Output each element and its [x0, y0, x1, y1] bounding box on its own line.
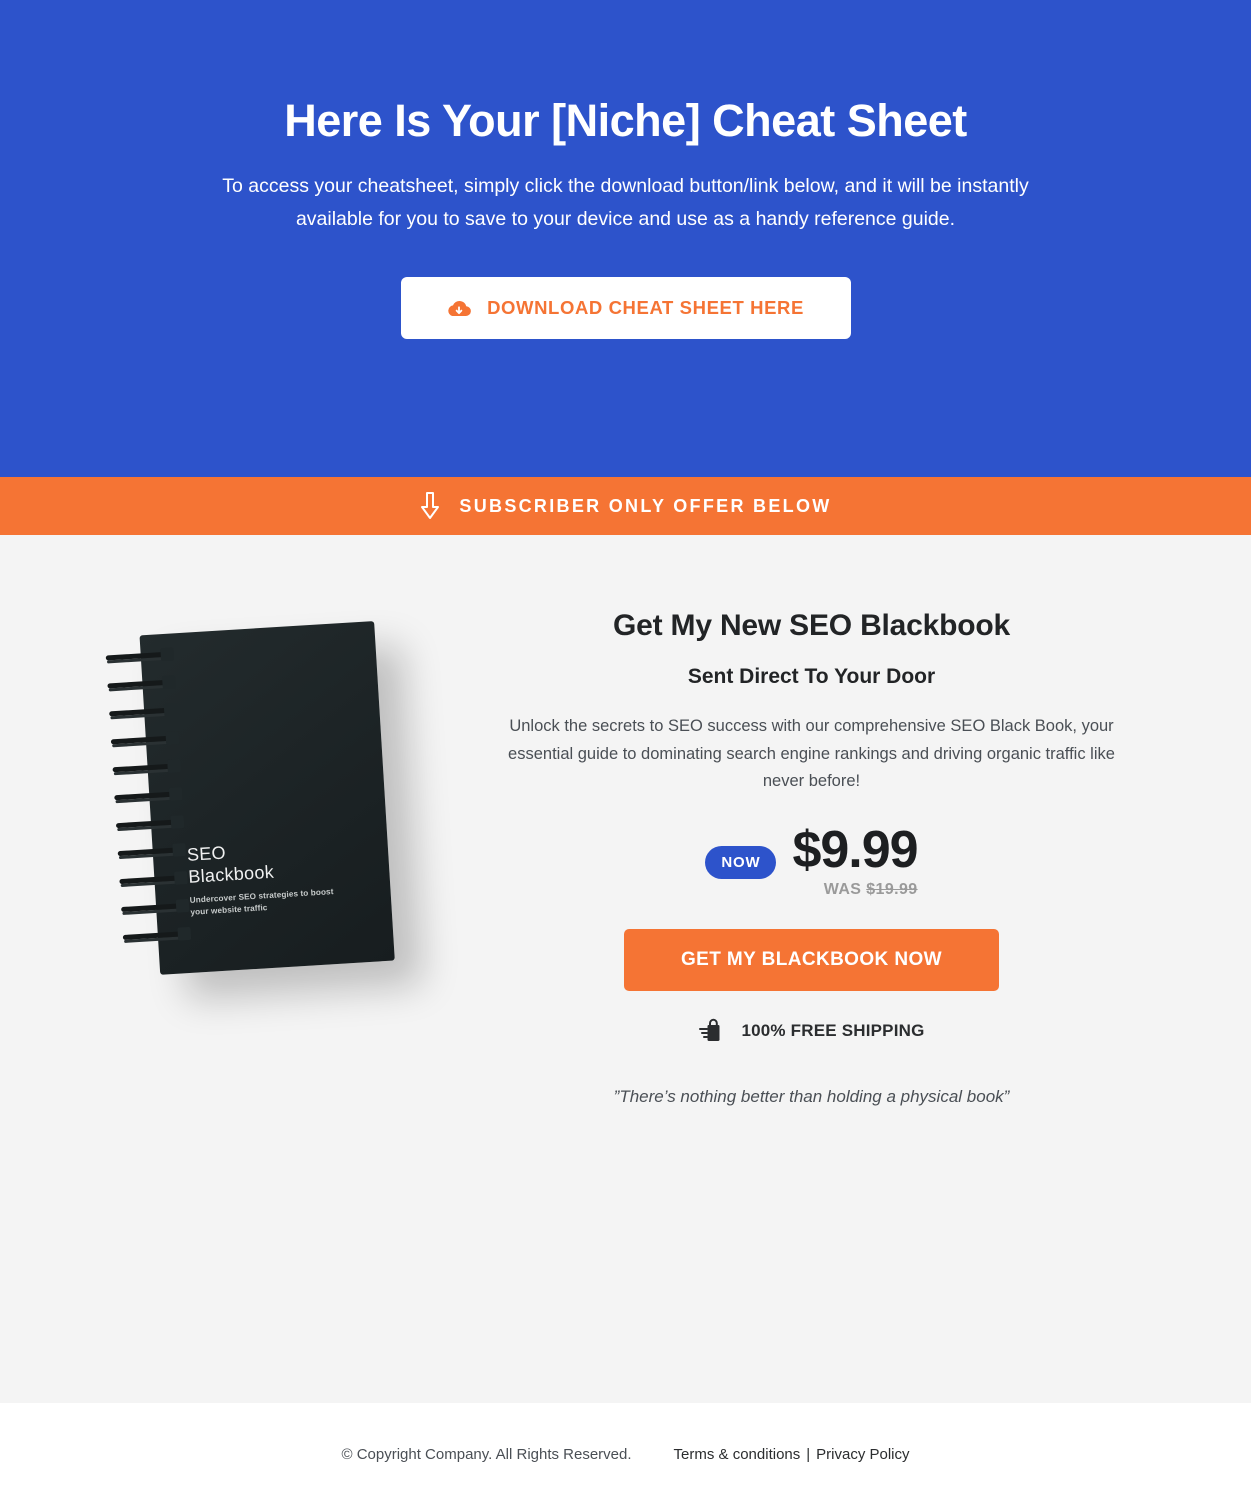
- copyright-text: © Copyright Company. All Rights Reserved…: [341, 1446, 632, 1463]
- download-cheat-sheet-button[interactable]: DOWNLOAD CHEAT SHEET HERE: [400, 277, 851, 340]
- get-blackbook-button[interactable]: GET MY BLACKBOOK NOW: [624, 929, 999, 992]
- hero-section: Here Is Your [Niche] Cheat Sheet To acce…: [0, 0, 1251, 477]
- product-quote: ”There’s nothing better than holding a p…: [613, 1087, 1010, 1107]
- free-shipping-row: 100% FREE SHIPPING: [500, 1017, 1123, 1045]
- hero-subtitle: To access your cheatsheet, simply click …: [222, 175, 1029, 230]
- product-info-column: Get My New SEO Blackbook Sent Direct To …: [500, 609, 1251, 1107]
- footer-links: Terms & conditions | Privacy Policy: [674, 1446, 910, 1463]
- link-separator: |: [806, 1446, 811, 1463]
- free-shipping-text: 100% FREE SHIPPING: [741, 1021, 925, 1041]
- terms-link[interactable]: Terms & conditions: [674, 1446, 801, 1463]
- privacy-link[interactable]: Privacy Policy: [816, 1446, 909, 1463]
- banner-text: SUBSCRIBER ONLY OFFER BELOW: [459, 495, 832, 516]
- page-title: Here Is Your [Niche] Cheat Sheet: [284, 95, 967, 146]
- footer: © Copyright Company. All Rights Reserved…: [0, 1403, 1251, 1503]
- product-title: Get My New SEO Blackbook: [613, 609, 1010, 642]
- seo-blackbook-image: SEO Blackbook Undercover SEO strategies …: [105, 621, 396, 987]
- was-value: $19.99: [866, 881, 918, 899]
- shopping-bag-icon: [698, 1017, 728, 1045]
- product-subtitle: Sent Direct To Your Door: [687, 665, 936, 688]
- offer-section: SEO Blackbook Undercover SEO strategies …: [0, 535, 1251, 1403]
- price-row: NOW $9.99 WAS $19.99: [500, 820, 1123, 899]
- product-description: Unlock the secrets to SEO success with o…: [508, 717, 1115, 791]
- now-badge: NOW: [705, 845, 777, 879]
- download-button-label: DOWNLOAD CHEAT SHEET HERE: [487, 297, 804, 319]
- arrow-down-icon: [419, 491, 441, 521]
- book-cover-subtitle: Undercover SEO strategies to boost your …: [189, 887, 334, 917]
- original-price: WAS $19.99: [792, 881, 917, 899]
- current-price: $9.99: [792, 820, 918, 879]
- product-image-column: SEO Blackbook Undercover SEO strategies …: [0, 609, 500, 1107]
- cloud-download-icon: [447, 298, 471, 318]
- book-cover-title: SEO Blackbook: [186, 842, 275, 887]
- subscriber-offer-banner: SUBSCRIBER ONLY OFFER BELOW: [0, 477, 1251, 535]
- was-label: WAS: [823, 881, 862, 899]
